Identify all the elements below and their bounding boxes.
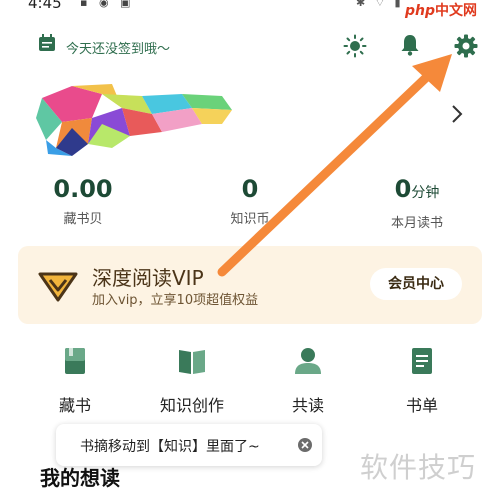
avatar[interactable] <box>32 78 242 158</box>
menu-item-coreading[interactable]: 共读 <box>258 346 358 416</box>
gear-icon[interactable] <box>453 33 479 59</box>
sun-icon[interactable] <box>343 34 367 58</box>
status-time: 4:45 <box>28 0 62 12</box>
menu-item-collection[interactable]: 藏书 <box>25 346 125 416</box>
vip-badge-icon <box>38 272 78 302</box>
stat-label: 藏书贝 <box>63 212 103 227</box>
stat-collection-shells[interactable]: 0.00 藏书贝 <box>18 172 148 227</box>
stat-monthly-reading[interactable]: 0分钟 本月读书 <box>352 172 482 231</box>
member-center-button[interactable]: 会员中心 <box>370 268 462 300</box>
open-book-icon <box>179 350 205 374</box>
stat-unit: 分钟 <box>411 185 440 201</box>
stat-value: 0 <box>241 175 259 203</box>
vip-subtitle: 加入vip，立享10项超值权益 <box>92 293 259 308</box>
menu-item-booklist[interactable]: 书单 <box>372 346 472 416</box>
vip-title: 深度阅读VIP <box>92 266 204 290</box>
watermark-logo: php中文网 <box>405 3 478 19</box>
menu-item-creation[interactable]: 知识创作 <box>142 346 242 416</box>
stat-knowledge-coins[interactable]: 0 知识币 <box>185 172 315 227</box>
chevron-right-icon[interactable] <box>450 104 464 124</box>
book-icon <box>65 348 85 374</box>
calendar-icon[interactable] <box>38 34 56 52</box>
stat-label: 本月读书 <box>390 216 443 231</box>
menu-label: 共读 <box>291 396 324 415</box>
bell-icon[interactable] <box>398 33 422 57</box>
stat-value: 0.00 <box>53 175 113 203</box>
list-icon <box>412 348 432 374</box>
menu-label: 知识创作 <box>159 396 224 415</box>
section-title: 我的想读 <box>40 466 120 490</box>
status-notification-icons: ▪ ◉ ▣ <box>80 0 135 9</box>
status-system-icons: ✱ ⌔ ▮ <box>356 0 404 9</box>
menu-label: 藏书 <box>58 396 91 415</box>
stat-value: 0分钟 <box>394 175 440 203</box>
stat-label: 知识币 <box>230 212 270 227</box>
menu-label: 书单 <box>405 396 438 415</box>
person-icon <box>295 348 321 374</box>
signin-prompt[interactable]: 今天还没签到哦～ <box>66 38 170 57</box>
toast-message: 书摘移动到【知识】里面了~ <box>80 439 260 455</box>
close-icon[interactable] <box>297 437 313 453</box>
watermark-text: 软件技巧 <box>360 451 477 484</box>
